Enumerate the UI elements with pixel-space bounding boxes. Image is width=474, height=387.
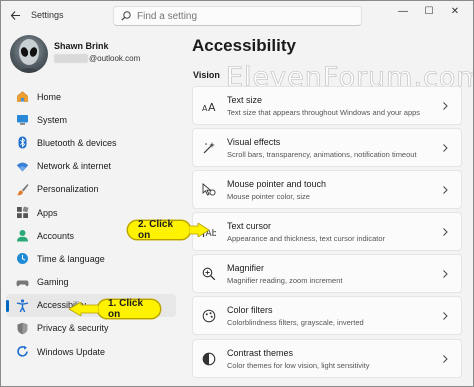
callout-step-2: 2. Click on	[127, 219, 191, 241]
sidebar-item-time-language[interactable]: Time & language	[6, 247, 176, 270]
sidebar-item-label: System	[37, 114, 68, 125]
wifi-icon	[15, 159, 29, 173]
avatar	[10, 35, 48, 73]
sidebar-item-label: Privacy & security	[37, 323, 109, 334]
sidebar-item-personalization[interactable]: Personalization	[6, 178, 176, 201]
callout-step-1-arrow	[68, 302, 99, 316]
setting-description: Text size that appears throughout Window…	[227, 108, 421, 117]
section-label-vision: Vision	[193, 70, 220, 80]
search-box[interactable]	[113, 6, 362, 26]
magnifier-icon	[202, 267, 216, 281]
windows-update-icon	[15, 345, 29, 359]
setting-title: Color filters	[227, 305, 273, 316]
settings-list: AA Text size Text size that appears thro…	[192, 86, 462, 381]
brush-icon	[15, 182, 29, 196]
contrast-themes-icon	[202, 352, 216, 366]
system-icon	[15, 113, 29, 127]
minimize-button[interactable]: —	[390, 3, 416, 19]
setting-title: Text size	[227, 95, 263, 105]
chevron-right-icon	[443, 144, 448, 152]
sidebar-item-label: Gaming	[37, 277, 69, 288]
apps-icon	[15, 206, 29, 220]
bluetooth-icon	[15, 136, 29, 150]
setting-description: Scroll bars, transparency, animations, n…	[227, 150, 417, 160]
profile-name: Shawn Brink	[54, 41, 109, 51]
chevron-right-icon	[443, 228, 448, 237]
sidebar-item-system[interactable]: System	[6, 108, 176, 131]
setting-visual-effects[interactable]: Visual effects Scroll bars, transparency…	[192, 128, 462, 168]
setting-description: Colorblindness filters, grayscale, inver…	[227, 318, 364, 328]
setting-title: Text cursor	[227, 221, 272, 232]
setting-title: Mouse pointer and touch	[227, 179, 327, 190]
setting-description: Magnifier reading, zoom increment	[227, 276, 343, 286]
back-arrow-icon	[10, 10, 20, 20]
sidebar-item-label: Accounts	[37, 230, 75, 241]
home-icon	[15, 90, 29, 104]
time-language-icon	[15, 252, 29, 266]
setting-contrast-themes[interactable]: Contrast themes Color themes for low vis…	[192, 338, 462, 378]
page-title: Accessibility	[192, 36, 296, 55]
title-bar: Settings — ☐ ✕	[0, 0, 474, 30]
sidebar-item-home[interactable]: Home	[6, 85, 176, 108]
chevron-right-icon	[443, 102, 448, 110]
sidebar-item-privacy-security[interactable]: Privacy & security	[6, 317, 176, 340]
text-size-icon: AA	[202, 99, 216, 113]
chevron-right-icon	[443, 270, 448, 279]
sidebar-item-label: Time & language	[37, 253, 105, 264]
setting-text-cursor[interactable]: Ab Text cursor Appearance and thickness,…	[192, 212, 462, 252]
close-button[interactable]: ✕	[442, 3, 468, 19]
search-icon	[121, 11, 131, 21]
sidebar-item-label: Personalization	[37, 184, 99, 195]
mouse-pointer-icon	[202, 183, 216, 197]
visual-effects-icon	[202, 141, 216, 155]
sidebar-item-label: Network & internet	[37, 161, 112, 172]
profile-email: @outlook.com	[54, 54, 140, 63]
shield-icon	[15, 321, 29, 335]
user-profile[interactable]: Shawn Brink @outlook.com	[10, 35, 180, 75]
maximize-button[interactable]: ☐	[416, 3, 442, 19]
email-suffix: @outlook.com	[89, 54, 141, 63]
gaming-icon	[15, 275, 29, 289]
setting-text-size[interactable]: AA Text size Text size that appears thro…	[192, 86, 462, 125]
accounts-icon	[15, 229, 29, 243]
setting-description: Mouse pointer color, size	[227, 192, 310, 202]
sidebar-item-network[interactable]: Network & internet	[6, 155, 176, 178]
setting-mouse-pointer-touch[interactable]: Mouse pointer and touch Mouse pointer co…	[192, 170, 462, 210]
setting-magnifier[interactable]: Magnifier Magnifier reading, zoom increm…	[192, 254, 462, 294]
sidebar-item-label: Bluetooth & devices	[37, 137, 117, 148]
setting-title: Contrast themes	[227, 347, 294, 358]
chevron-right-icon	[443, 186, 448, 195]
setting-description: Color themes for low vision, light sensi…	[227, 360, 370, 370]
sidebar-item-label: Home	[37, 91, 62, 102]
svg-text:A: A	[208, 101, 216, 112]
chevron-right-icon	[443, 312, 448, 321]
setting-title: Visual effects	[227, 137, 281, 148]
callout-step-2-arrow	[189, 223, 209, 237]
sidebar-item-label: Apps	[37, 207, 58, 218]
search-input[interactable]	[137, 10, 337, 22]
email-redaction	[54, 54, 88, 63]
color-filters-icon	[202, 309, 216, 323]
app-title: Settings	[31, 10, 64, 20]
window-controls: — ☐ ✕	[390, 3, 468, 19]
alien-avatar-icon	[17, 39, 41, 73]
sidebar-item-gaming[interactable]: Gaming	[6, 271, 176, 294]
sidebar-item-windows-update[interactable]: Windows Update	[6, 340, 176, 363]
sidebar-item-label: Windows Update	[37, 346, 106, 357]
setting-description: Appearance and thickness, text cursor in…	[227, 234, 386, 244]
callout-step-1: 1. Click on	[97, 298, 161, 320]
sidebar-item-bluetooth[interactable]: Bluetooth & devices	[6, 131, 176, 154]
setting-title: Magnifier	[227, 263, 265, 274]
accessibility-icon	[15, 298, 29, 312]
back-button[interactable]	[7, 7, 23, 23]
chevron-right-icon	[443, 354, 448, 363]
setting-color-filters[interactable]: Color filters Colorblindness filters, gr…	[192, 296, 462, 336]
